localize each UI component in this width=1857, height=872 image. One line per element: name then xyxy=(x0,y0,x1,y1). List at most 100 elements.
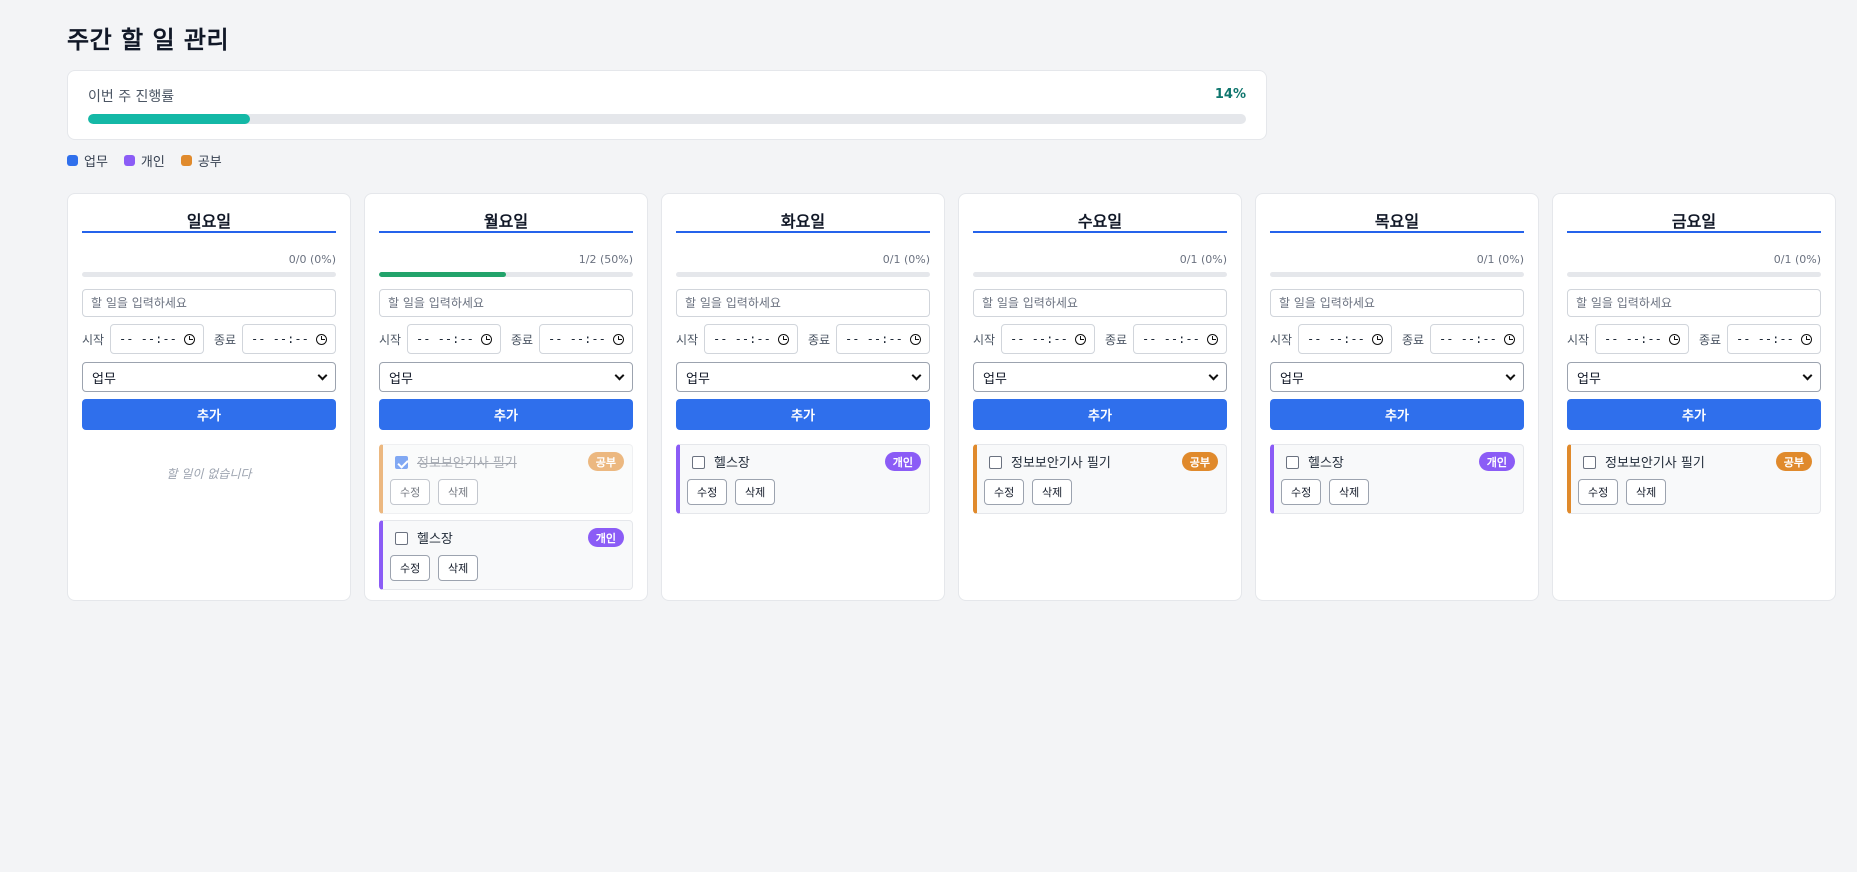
task-checkbox[interactable] xyxy=(989,456,1002,469)
start-time-input[interactable]: -- --:-- xyxy=(1298,324,1392,354)
end-time-input[interactable]: -- --:-- xyxy=(1430,324,1524,354)
category-badge: 개인 xyxy=(1478,452,1515,471)
task-input[interactable] xyxy=(973,289,1227,317)
task-checkbox[interactable] xyxy=(1583,456,1596,469)
delete-task-button[interactable]: 삭제 xyxy=(438,479,479,505)
start-time-label: 시작 xyxy=(82,332,105,347)
day-progress-track xyxy=(1567,272,1821,277)
task-text: 헬스장 xyxy=(1308,456,1344,471)
edit-task-button[interactable]: 수정 xyxy=(390,479,431,505)
end-time-input[interactable]: -- --:-- xyxy=(1727,324,1821,354)
legend-label-study: 공부 xyxy=(197,155,222,170)
clock-icon[interactable] xyxy=(481,333,492,345)
task-input[interactable] xyxy=(1270,289,1524,317)
day-column-monday: 월요일 1/2 (50%) 시작 -- --:-- 종료 -- --:-- 업무… xyxy=(364,193,648,601)
clock-icon[interactable] xyxy=(778,333,789,345)
weekly-progress-card: 이번 주 진행률 14% xyxy=(67,70,1267,140)
category-select-value: 업무 xyxy=(389,371,413,387)
task-checkbox[interactable] xyxy=(395,532,408,545)
add-task-button[interactable]: 추가 xyxy=(1270,399,1524,430)
clock-icon[interactable] xyxy=(1372,333,1383,345)
start-time-input[interactable]: -- --:-- xyxy=(110,324,204,354)
category-badge: 공부 xyxy=(587,452,624,471)
clock-icon[interactable] xyxy=(1075,333,1086,345)
category-select[interactable]: 업무 xyxy=(973,362,1227,392)
end-time-input[interactable]: -- --:-- xyxy=(539,324,633,354)
end-time-input[interactable]: -- --:-- xyxy=(836,324,930,354)
add-task-button[interactable]: 추가 xyxy=(676,399,930,430)
category-select-value: 업무 xyxy=(1280,371,1304,387)
task-input[interactable] xyxy=(676,289,930,317)
end-time-label: 종료 xyxy=(511,332,534,347)
task-checkbox[interactable] xyxy=(395,456,408,469)
day-progress-count: 0/0 (0%) xyxy=(288,253,336,266)
start-time-label: 시작 xyxy=(1270,332,1293,347)
end-time-label: 종료 xyxy=(1402,332,1425,347)
day-progress-count: 1/2 (50%) xyxy=(578,253,633,266)
task-input[interactable] xyxy=(379,289,633,317)
clock-icon[interactable] xyxy=(910,333,921,345)
clock-icon[interactable] xyxy=(613,333,624,345)
category-select[interactable]: 업무 xyxy=(1270,362,1524,392)
category-select-value: 업무 xyxy=(1577,371,1601,387)
chevron-down-icon xyxy=(911,370,922,380)
delete-task-button[interactable]: 삭제 xyxy=(1329,479,1370,505)
clock-icon[interactable] xyxy=(184,333,195,345)
time-row: 시작 -- --:-- 종료 -- --:-- xyxy=(973,324,1227,354)
add-task-button[interactable]: 추가 xyxy=(82,399,336,430)
category-badge: 공부 xyxy=(1775,452,1812,471)
start-time-input[interactable]: -- --:-- xyxy=(1001,324,1095,354)
category-select[interactable]: 업무 xyxy=(676,362,930,392)
end-time-input[interactable]: -- --:-- xyxy=(242,324,336,354)
task-input[interactable] xyxy=(82,289,336,317)
category-select[interactable]: 업무 xyxy=(379,362,633,392)
edit-task-button[interactable]: 수정 xyxy=(687,479,728,505)
category-select[interactable]: 업무 xyxy=(1567,362,1821,392)
category-select-value: 업무 xyxy=(983,371,1007,387)
category-select-value: 업무 xyxy=(686,371,710,387)
task-item: 정보보안기사 필기 공부 수정 삭제 xyxy=(379,444,633,514)
delete-task-button[interactable]: 삭제 xyxy=(1626,479,1667,505)
start-time-value: -- --:-- xyxy=(1010,332,1068,346)
edit-task-button[interactable]: 수정 xyxy=(984,479,1025,505)
clock-icon[interactable] xyxy=(316,333,327,345)
day-progress-track xyxy=(676,272,930,277)
end-time-input[interactable]: -- --:-- xyxy=(1133,324,1227,354)
category-badge: 개인 xyxy=(587,528,624,547)
day-name: 금요일 xyxy=(1567,208,1821,233)
delete-task-button[interactable]: 삭제 xyxy=(438,555,479,581)
add-task-button[interactable]: 추가 xyxy=(973,399,1227,430)
task-input[interactable] xyxy=(1567,289,1821,317)
day-name: 일요일 xyxy=(82,208,336,233)
start-time-input[interactable]: -- --:-- xyxy=(407,324,501,354)
weekly-progress-label: 이번 주 진행률 xyxy=(88,89,175,105)
start-time-input[interactable]: -- --:-- xyxy=(704,324,798,354)
day-progress-count: 0/1 (0%) xyxy=(1179,253,1227,266)
start-time-input[interactable]: -- --:-- xyxy=(1595,324,1689,354)
clock-icon[interactable] xyxy=(1669,333,1680,345)
clock-icon[interactable] xyxy=(1801,333,1812,345)
task-checkbox[interactable] xyxy=(1286,456,1299,469)
task-checkbox[interactable] xyxy=(692,456,705,469)
edit-task-button[interactable]: 수정 xyxy=(1281,479,1322,505)
clock-icon[interactable] xyxy=(1207,333,1218,345)
page-title: 주간 할 일 관리 xyxy=(67,26,230,54)
day-column-wednesday: 수요일 0/1 (0%) 시작 -- --:-- 종료 -- --:-- 업무 … xyxy=(958,193,1242,601)
delete-task-button[interactable]: 삭제 xyxy=(735,479,776,505)
category-select[interactable]: 업무 xyxy=(82,362,336,392)
weekly-progress-track xyxy=(88,114,1246,124)
task-text: 정보보안기사 필기 xyxy=(1011,456,1111,471)
edit-task-button[interactable]: 수정 xyxy=(390,555,431,581)
chevron-down-icon xyxy=(1505,370,1516,380)
day-name: 화요일 xyxy=(676,208,930,233)
delete-task-button[interactable]: 삭제 xyxy=(1032,479,1073,505)
add-task-button[interactable]: 추가 xyxy=(1567,399,1821,430)
clock-icon[interactable] xyxy=(1504,333,1515,345)
weekly-progress-fill xyxy=(88,114,251,124)
edit-task-button[interactable]: 수정 xyxy=(1578,479,1619,505)
add-task-button[interactable]: 추가 xyxy=(379,399,633,430)
day-progress-fill xyxy=(379,272,506,277)
end-time-label: 종료 xyxy=(1699,332,1722,347)
legend-item-study: 공부 xyxy=(180,151,222,170)
category-badge: 공부 xyxy=(1181,452,1218,471)
